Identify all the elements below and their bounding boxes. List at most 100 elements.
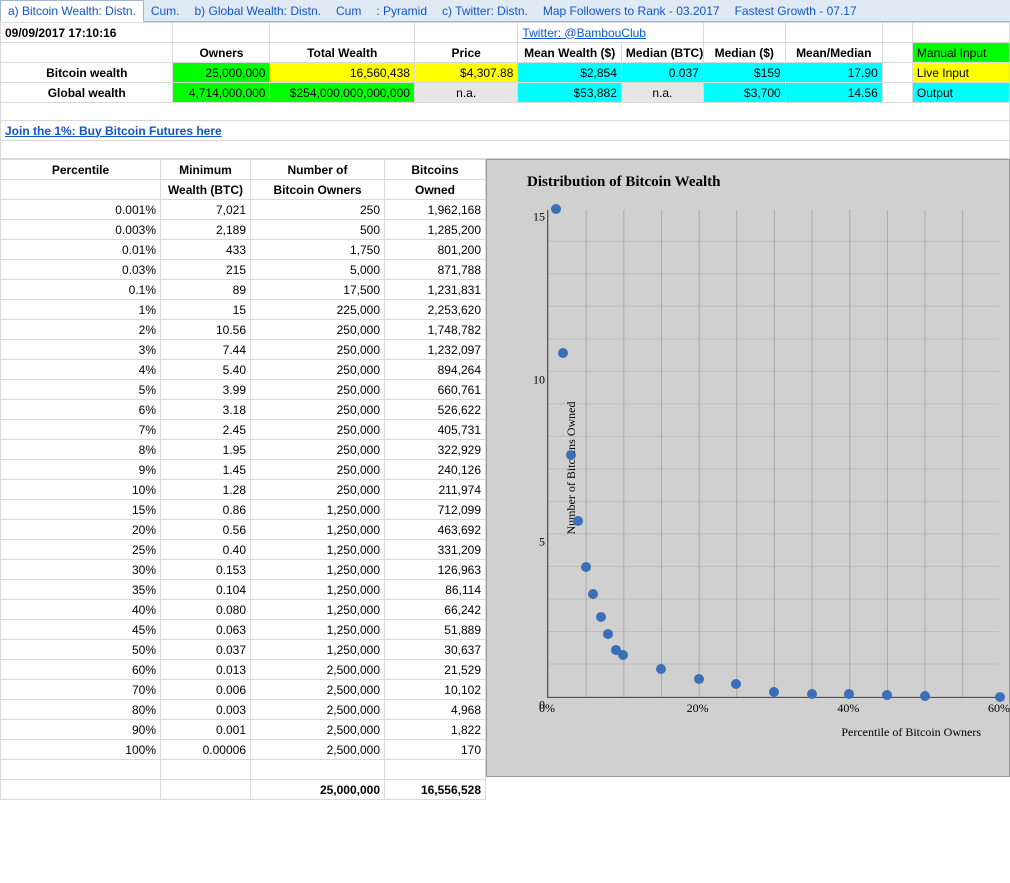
global-median-btc: n.a. bbox=[621, 83, 703, 103]
table-row[interactable]: 1%15225,0002,253,620 bbox=[1, 300, 486, 320]
tab-0[interactable]: a) Bitcoin Wealth: Distn. bbox=[0, 0, 144, 22]
total-btc: 16,556,528 bbox=[385, 780, 486, 800]
table-row[interactable]: 50%0.0371,250,00030,637 bbox=[1, 640, 486, 660]
chart-point bbox=[581, 562, 591, 572]
table-row[interactable]: 100%0.000062,500,000170 bbox=[1, 740, 486, 760]
chart-ytick: 15 bbox=[531, 210, 545, 225]
btc-median-btc: 0.037 bbox=[621, 63, 703, 83]
global-median-usd: $3,700 bbox=[703, 83, 785, 103]
chart-point bbox=[882, 690, 892, 700]
hdr-owners: Owners bbox=[173, 43, 270, 63]
table-row[interactable]: 90%0.0012,500,0001,822 bbox=[1, 720, 486, 740]
chart-ytick: 5 bbox=[531, 535, 545, 550]
table-row[interactable]: 0.003%2,1895001,285,200 bbox=[1, 220, 486, 240]
table-row[interactable]: 30%0.1531,250,000126,963 bbox=[1, 560, 486, 580]
legend-output: Output bbox=[912, 83, 1009, 103]
chart-point bbox=[603, 629, 613, 639]
table-row[interactable]: 7%2.45250,000405,731 bbox=[1, 420, 486, 440]
legend-live: Live Input bbox=[912, 63, 1009, 83]
legend-manual: Manual Input bbox=[912, 43, 1009, 63]
total-owners: 25,000,000 bbox=[251, 780, 385, 800]
hdr-mean-median: Mean/Median bbox=[785, 43, 882, 63]
table-row[interactable]: 9%1.45250,000240,126 bbox=[1, 460, 486, 480]
chart-xtick: 60% bbox=[988, 701, 1010, 716]
chart-point bbox=[588, 589, 598, 599]
table-row[interactable]: 0.01%4331,750801,200 bbox=[1, 240, 486, 260]
chart-xlabel: Percentile of Bitcoin Owners bbox=[841, 725, 981, 740]
table-row[interactable]: 4%5.40250,000894,264 bbox=[1, 360, 486, 380]
timestamp-cell: 09/09/2017 17:10:16 bbox=[1, 23, 173, 43]
chart-point bbox=[656, 664, 666, 674]
chart-point bbox=[731, 679, 741, 689]
chart-point bbox=[920, 691, 930, 701]
row-label-btc: Bitcoin wealth bbox=[1, 63, 173, 83]
btc-price[interactable]: $4,307.88 bbox=[414, 63, 517, 83]
chart-plot-area bbox=[547, 210, 999, 698]
hdr-median-btc: Median (BTC) bbox=[621, 43, 703, 63]
chart-ytick: 10 bbox=[531, 372, 545, 387]
global-price: n.a. bbox=[414, 83, 517, 103]
table-row[interactable]: 10%1.28250,000211,974 bbox=[1, 480, 486, 500]
chart-point bbox=[566, 450, 576, 460]
row-bitcoin-wealth: Bitcoin wealth 25,000,000 16,560,438 $4,… bbox=[1, 63, 1010, 83]
table-row[interactable]: 40%0.0801,250,00066,242 bbox=[1, 600, 486, 620]
row-global-wealth: Global wealth 4,714,000,000 $254,000,000… bbox=[1, 83, 1010, 103]
chart-xtick: 20% bbox=[687, 701, 709, 716]
table-row[interactable]: 5%3.99250,000660,761 bbox=[1, 380, 486, 400]
chart-point bbox=[807, 689, 817, 699]
btc-median-usd: $159 bbox=[703, 63, 785, 83]
table-row[interactable]: 35%0.1041,250,00086,114 bbox=[1, 580, 486, 600]
table-row[interactable]: 60%0.0132,500,00021,529 bbox=[1, 660, 486, 680]
table-row[interactable]: 0.03%2155,000871,788 bbox=[1, 260, 486, 280]
global-mean-median: 14.56 bbox=[785, 83, 882, 103]
table-row[interactable]: 8%1.95250,000322,929 bbox=[1, 440, 486, 460]
table-row[interactable]: 0.001%7,0212501,962,168 bbox=[1, 200, 486, 220]
chart-xtick: 40% bbox=[837, 701, 859, 716]
tab-6[interactable]: Map Followers to Rank - 03.2017 bbox=[536, 1, 728, 21]
sheet-tab-bar: a) Bitcoin Wealth: Distn.Cum.b) Global W… bbox=[0, 0, 1010, 22]
global-owners[interactable]: 4,714,000,000 bbox=[173, 83, 270, 103]
chart-point bbox=[769, 687, 779, 697]
tab-2[interactable]: b) Global Wealth: Distn. bbox=[188, 1, 330, 21]
table-row[interactable]: 0.1%8917,5001,231,831 bbox=[1, 280, 486, 300]
table-row[interactable]: 25%0.401,250,000331,209 bbox=[1, 540, 486, 560]
tab-1[interactable]: Cum. bbox=[144, 1, 188, 21]
chart-title: Distribution of Bitcoin Wealth bbox=[527, 174, 721, 191]
chart-xtick: 0% bbox=[539, 701, 555, 716]
chart-point bbox=[596, 612, 606, 622]
table-row[interactable]: 20%0.561,250,000463,692 bbox=[1, 520, 486, 540]
table-row[interactable]: 70%0.0062,500,00010,102 bbox=[1, 680, 486, 700]
twitter-link[interactable]: Twitter: @BambouClub bbox=[522, 26, 646, 40]
table-row[interactable]: 3%7.44250,0001,232,097 bbox=[1, 340, 486, 360]
btc-mean-median: 17.90 bbox=[785, 63, 882, 83]
chart-point bbox=[551, 204, 561, 214]
tab-7[interactable]: Fastest Growth - 07.17 bbox=[728, 1, 865, 21]
distribution-table: PercentileMinimumNumber ofBitcoinsWealth… bbox=[0, 159, 486, 800]
btc-total-wealth[interactable]: 16,560,438 bbox=[270, 63, 414, 83]
hdr-mean-wealth: Mean Wealth ($) bbox=[518, 43, 621, 63]
chart-distribution: Distribution of Bitcoin Wealth Number of… bbox=[486, 159, 1010, 777]
chart-point bbox=[558, 348, 568, 358]
chart-point bbox=[573, 516, 583, 526]
table-row[interactable]: 15%0.861,250,000712,099 bbox=[1, 500, 486, 520]
chart-point bbox=[844, 689, 854, 699]
hdr-price: Price bbox=[414, 43, 517, 63]
table-row[interactable]: 2%10.56250,0001,748,782 bbox=[1, 320, 486, 340]
global-mean-wealth: $53,882 bbox=[518, 83, 621, 103]
table-row[interactable]: 6%3.18250,000526,622 bbox=[1, 400, 486, 420]
hdr-median-usd: Median ($) bbox=[703, 43, 785, 63]
btc-owners[interactable]: 25,000,000 bbox=[173, 63, 270, 83]
row-label-global: Global wealth bbox=[1, 83, 173, 103]
chart-point bbox=[694, 674, 704, 684]
table-row[interactable]: 45%0.0631,250,00051,889 bbox=[1, 620, 486, 640]
global-total-wealth[interactable]: $254,000,000,000,000 bbox=[270, 83, 414, 103]
tab-5[interactable]: c) Twitter: Distn. bbox=[435, 1, 536, 21]
tab-3[interactable]: Cum bbox=[329, 1, 369, 21]
chart-point bbox=[618, 650, 628, 660]
table-row[interactable]: 80%0.0032,500,0004,968 bbox=[1, 700, 486, 720]
tab-4[interactable]: : Pyramid bbox=[369, 1, 435, 21]
btc-mean-wealth: $2,854 bbox=[518, 63, 621, 83]
hdr-total-wealth: Total Wealth bbox=[270, 43, 414, 63]
cta-link[interactable]: Join the 1%: Buy Bitcoin Futures here bbox=[5, 124, 222, 138]
summary-grid: 09/09/2017 17:10:16 Twitter: @BambouClub… bbox=[0, 22, 1010, 159]
